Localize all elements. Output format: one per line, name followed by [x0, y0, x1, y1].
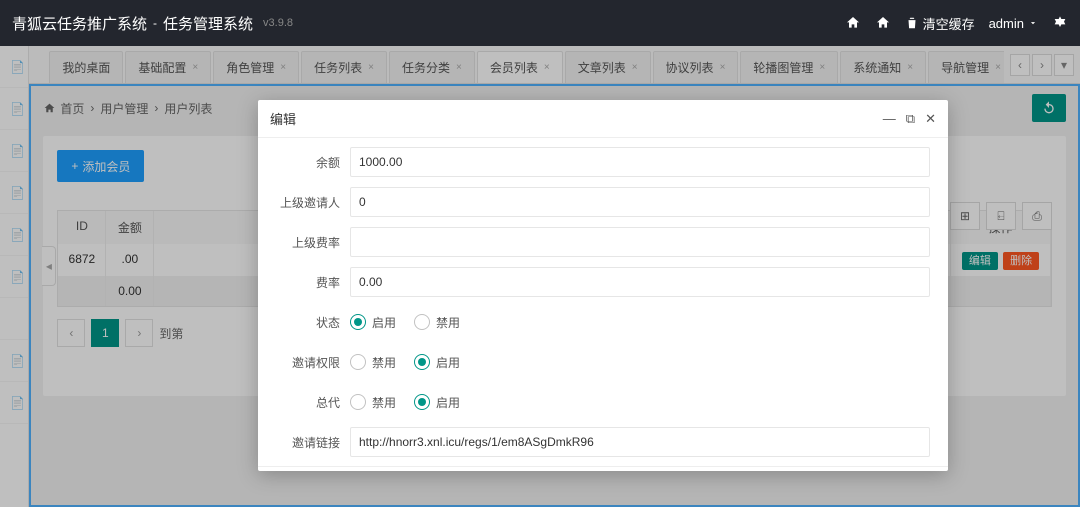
- label-inviter-rate: 上级费率: [276, 234, 350, 251]
- admin-menu[interactable]: admin: [989, 16, 1038, 31]
- input-rate[interactable]: [350, 267, 930, 297]
- label-agent: 总代: [276, 394, 350, 411]
- theme-icon[interactable]: [1052, 15, 1068, 31]
- radio-agent-on[interactable]: 启用: [414, 394, 460, 411]
- clear-cache-button[interactable]: 清空缓存: [905, 14, 975, 33]
- input-balance[interactable]: [350, 147, 930, 177]
- edit-modal: 编辑 — ⧉ ✕ 余额 上级邀请人 上级费率 费率 状态 启用 禁用: [258, 100, 948, 471]
- input-inviter[interactable]: [350, 187, 930, 217]
- radio-invite-off[interactable]: 禁用: [350, 354, 396, 371]
- label-inviter: 上级邀请人: [276, 194, 350, 211]
- modal-close-icon[interactable]: ✕: [925, 111, 936, 127]
- home-icon[interactable]: [845, 15, 861, 31]
- modal-title: 编辑: [270, 109, 296, 128]
- label-invite-perm: 邀请权限: [276, 354, 350, 371]
- label-balance: 余额: [276, 154, 350, 171]
- modal-max-icon[interactable]: ⧉: [906, 111, 915, 127]
- input-invite-link[interactable]: [350, 427, 930, 457]
- modal-min-icon[interactable]: —: [883, 111, 896, 127]
- label-rate: 费率: [276, 274, 350, 291]
- fullscreen-icon[interactable]: [875, 15, 891, 31]
- input-inviter-rate[interactable]: [350, 227, 930, 257]
- label-invite-link: 邀请链接: [276, 434, 350, 451]
- app-title: 青狐云任务推广系统: [12, 13, 147, 34]
- app-subtitle: 任务管理系统: [163, 13, 253, 34]
- radio-status-off[interactable]: 禁用: [414, 314, 460, 331]
- topbar: 青狐云任务推广系统 - 任务管理系统 v3.9.8 清空缓存 admin: [0, 0, 1080, 46]
- radio-status-on[interactable]: 启用: [350, 314, 396, 331]
- radio-agent-off[interactable]: 禁用: [350, 394, 396, 411]
- radio-invite-on[interactable]: 启用: [414, 354, 460, 371]
- label-status: 状态: [276, 314, 350, 331]
- app-version: v3.9.8: [263, 17, 293, 29]
